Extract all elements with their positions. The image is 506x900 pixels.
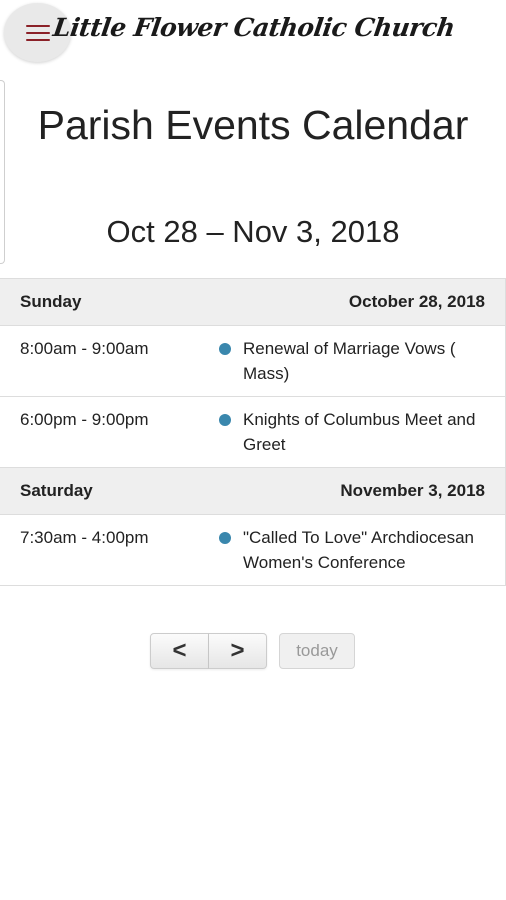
event-row[interactable]: 8:00am - 9:00am Renewal of Marriage Vows…: [0, 326, 505, 397]
day-name: Saturday: [20, 481, 93, 500]
prev-week-button[interactable]: <: [150, 633, 209, 669]
event-time: 6:00pm - 9:00pm: [20, 410, 149, 429]
calendar-nav: < >: [150, 633, 267, 669]
day-date: November 3, 2018: [340, 481, 485, 500]
day-header: Saturday November 3, 2018: [0, 468, 505, 515]
today-button[interactable]: today: [279, 633, 355, 669]
event-list: Sunday October 28, 2018 8:00am - 9:00am …: [0, 278, 506, 586]
event-dot-icon: [219, 414, 231, 426]
day-name: Sunday: [20, 292, 82, 311]
event-dot-icon: [219, 343, 231, 355]
event-title[interactable]: "Called To Love" Archdiocesan Women's Co…: [243, 515, 505, 585]
event-time: 8:00am - 9:00am: [20, 339, 149, 358]
event-dot-icon: [219, 532, 231, 544]
day-date: October 28, 2018: [348, 292, 485, 311]
date-range: Oct 28 – Nov 3, 2018: [106, 214, 400, 249]
event-title[interactable]: Renewal of Marriage Vows ( Mass): [243, 326, 505, 396]
event-row[interactable]: 7:30am - 4:00pm "Called To Love" Archdio…: [0, 515, 505, 586]
event-title[interactable]: Knights of Columbus Meet and Greet: [243, 397, 505, 467]
hamburger-menu-icon: [25, 24, 50, 41]
page-title: Parish Events Calendar: [37, 102, 469, 148]
app-page: Little Flower Catholic Church Parish Eve…: [0, 0, 506, 900]
event-time: 7:30am - 4:00pm: [20, 528, 149, 547]
event-row[interactable]: 6:00pm - 9:00pm Knights of Columbus Meet…: [0, 397, 505, 468]
next-week-button[interactable]: >: [209, 633, 267, 669]
church-logo[interactable]: Little Flower Catholic Church: [51, 8, 456, 46]
day-header: Sunday October 28, 2018: [0, 279, 505, 326]
